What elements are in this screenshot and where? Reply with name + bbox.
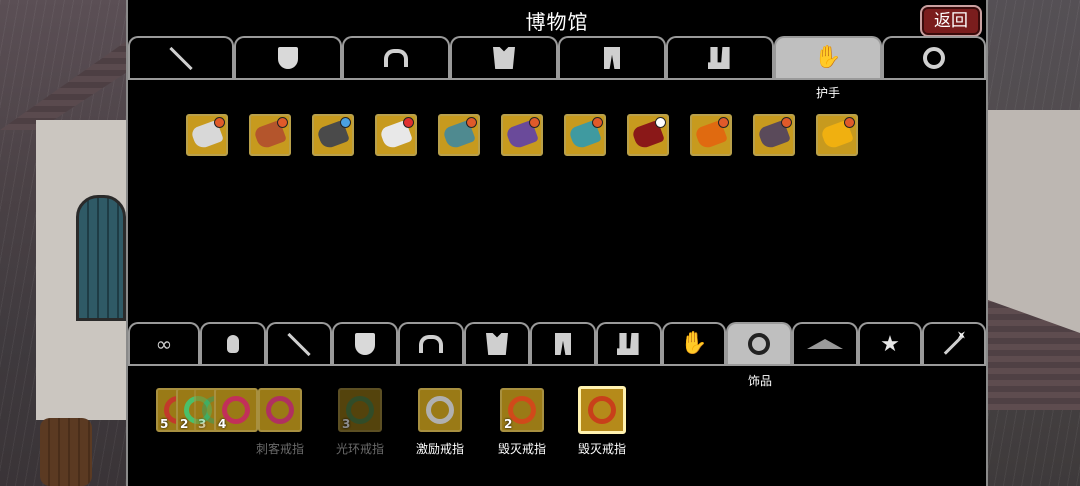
gem-socket-icon (592, 117, 603, 128)
gauntlet-item[interactable] (564, 114, 606, 156)
glove-icon: ✋ (680, 331, 708, 356)
boots-icon (708, 47, 730, 69)
gauntlet-item[interactable] (375, 114, 417, 156)
divider (128, 78, 986, 80)
helmet-icon (384, 49, 408, 67)
gem-socket-icon (403, 117, 414, 128)
tab-gloves[interactable]: ✋ (774, 36, 882, 78)
back-button[interactable]: 返回 (920, 5, 982, 37)
ring-icon (923, 47, 945, 69)
gauntlet-item[interactable] (690, 114, 732, 156)
boots-icon (617, 333, 639, 355)
gauntlet-item[interactable] (753, 114, 795, 156)
gauntlet-item[interactable] (312, 114, 354, 156)
tab-armor[interactable] (450, 36, 558, 78)
tab-helmet[interactable] (342, 36, 450, 78)
equipment-tab-bar: ✋ (128, 36, 986, 80)
collection-tab-bar: ∞ ✋ ★ (128, 322, 986, 366)
tab-boots[interactable] (596, 322, 662, 364)
ring-slot-selected[interactable] (578, 386, 626, 434)
gem-socket-icon (466, 117, 477, 128)
ring-name: 毁灭戒指 (497, 442, 546, 456)
background-scene-right (988, 0, 1080, 486)
star-icon: ★ (880, 331, 900, 357)
item-count: 3 (198, 417, 207, 431)
ring-name: 刺客戒指 (255, 442, 304, 456)
pants-icon (555, 333, 571, 355)
gauntlet-item[interactable] (186, 114, 228, 156)
gem-socket-icon (844, 117, 855, 128)
roof (0, 40, 128, 130)
glove-icon: ✋ (814, 45, 842, 70)
ring-image (588, 396, 616, 424)
museum-panel: 博物馆 返回 ✋ 护手 ∞ ✋ ★ 饰品 5 2 3 4 刺客戒指 3 光环戒指… (126, 0, 988, 486)
gauntlet-item[interactable] (438, 114, 480, 156)
tab-gloves[interactable]: ✋ (662, 322, 726, 364)
hat-icon (807, 339, 843, 349)
tab-armor[interactable] (464, 322, 530, 364)
item-count: 4 (218, 417, 227, 431)
helmet-icon (419, 335, 443, 353)
item-count: 3 (342, 417, 351, 431)
gem-socket-icon (340, 117, 351, 128)
armor-icon (493, 47, 515, 69)
tab-all[interactable]: ∞ (128, 322, 200, 364)
tab-shield[interactable] (234, 36, 342, 78)
infinity-icon: ∞ (155, 332, 173, 356)
ring-icon (748, 333, 770, 355)
gem-socket-icon (277, 117, 288, 128)
ring-name: 光环戒指 (335, 442, 384, 456)
tab-star[interactable]: ★ (858, 322, 922, 364)
gem-socket-icon (781, 117, 792, 128)
gem-socket-icon (655, 117, 666, 128)
barrel (40, 418, 92, 486)
ring-slot[interactable] (258, 388, 302, 432)
gem-socket-icon (214, 117, 225, 128)
item-count: 2 (504, 417, 513, 431)
tab-shield[interactable] (332, 322, 398, 364)
ring-slot[interactable]: 2 (500, 388, 544, 432)
pants-icon (604, 47, 620, 69)
ring-slot[interactable]: 4 (214, 388, 258, 432)
ring-image (426, 396, 454, 424)
tab-boots[interactable] (666, 36, 774, 78)
tab-potion[interactable] (200, 322, 266, 364)
arched-window (76, 195, 126, 321)
potion-icon (227, 335, 239, 353)
tab-caption: 护手 (815, 86, 840, 100)
gem-socket-icon (529, 117, 540, 128)
tab-pants[interactable] (558, 36, 666, 78)
gauntlet-item[interactable] (501, 114, 543, 156)
wand-icon (943, 333, 965, 355)
tab-pants[interactable] (530, 322, 596, 364)
tab-ring[interactable] (882, 36, 986, 78)
background-scene-left (0, 0, 128, 486)
tab-hat[interactable] (792, 322, 858, 364)
shield-icon (278, 47, 298, 69)
ring-image (266, 396, 294, 424)
gauntlet-item[interactable] (249, 114, 291, 156)
ring-name: 激励戒指 (415, 442, 464, 456)
page-title: 博物馆 (525, 10, 589, 34)
ring-slot[interactable]: 3 (338, 388, 382, 432)
sword-icon (169, 46, 193, 70)
tab-wand[interactable] (922, 322, 986, 364)
item-count: 2 (180, 417, 189, 431)
gauntlet-item[interactable] (627, 114, 669, 156)
tab-weapon[interactable] (128, 36, 234, 78)
item-count: 5 (160, 417, 169, 431)
gauntlet-item[interactable] (816, 114, 858, 156)
sword-icon (287, 332, 311, 356)
divider (128, 364, 986, 366)
ring-name: 毁灭戒指 (577, 442, 626, 456)
tab-caption: 饰品 (747, 374, 772, 388)
ring-slot[interactable] (418, 388, 462, 432)
tab-helmet[interactable] (398, 322, 464, 364)
tab-weapon[interactable] (266, 322, 332, 364)
armor-icon (486, 333, 508, 355)
gem-socket-icon (718, 117, 729, 128)
shield-icon (355, 333, 375, 355)
tab-accessory[interactable] (726, 322, 792, 364)
